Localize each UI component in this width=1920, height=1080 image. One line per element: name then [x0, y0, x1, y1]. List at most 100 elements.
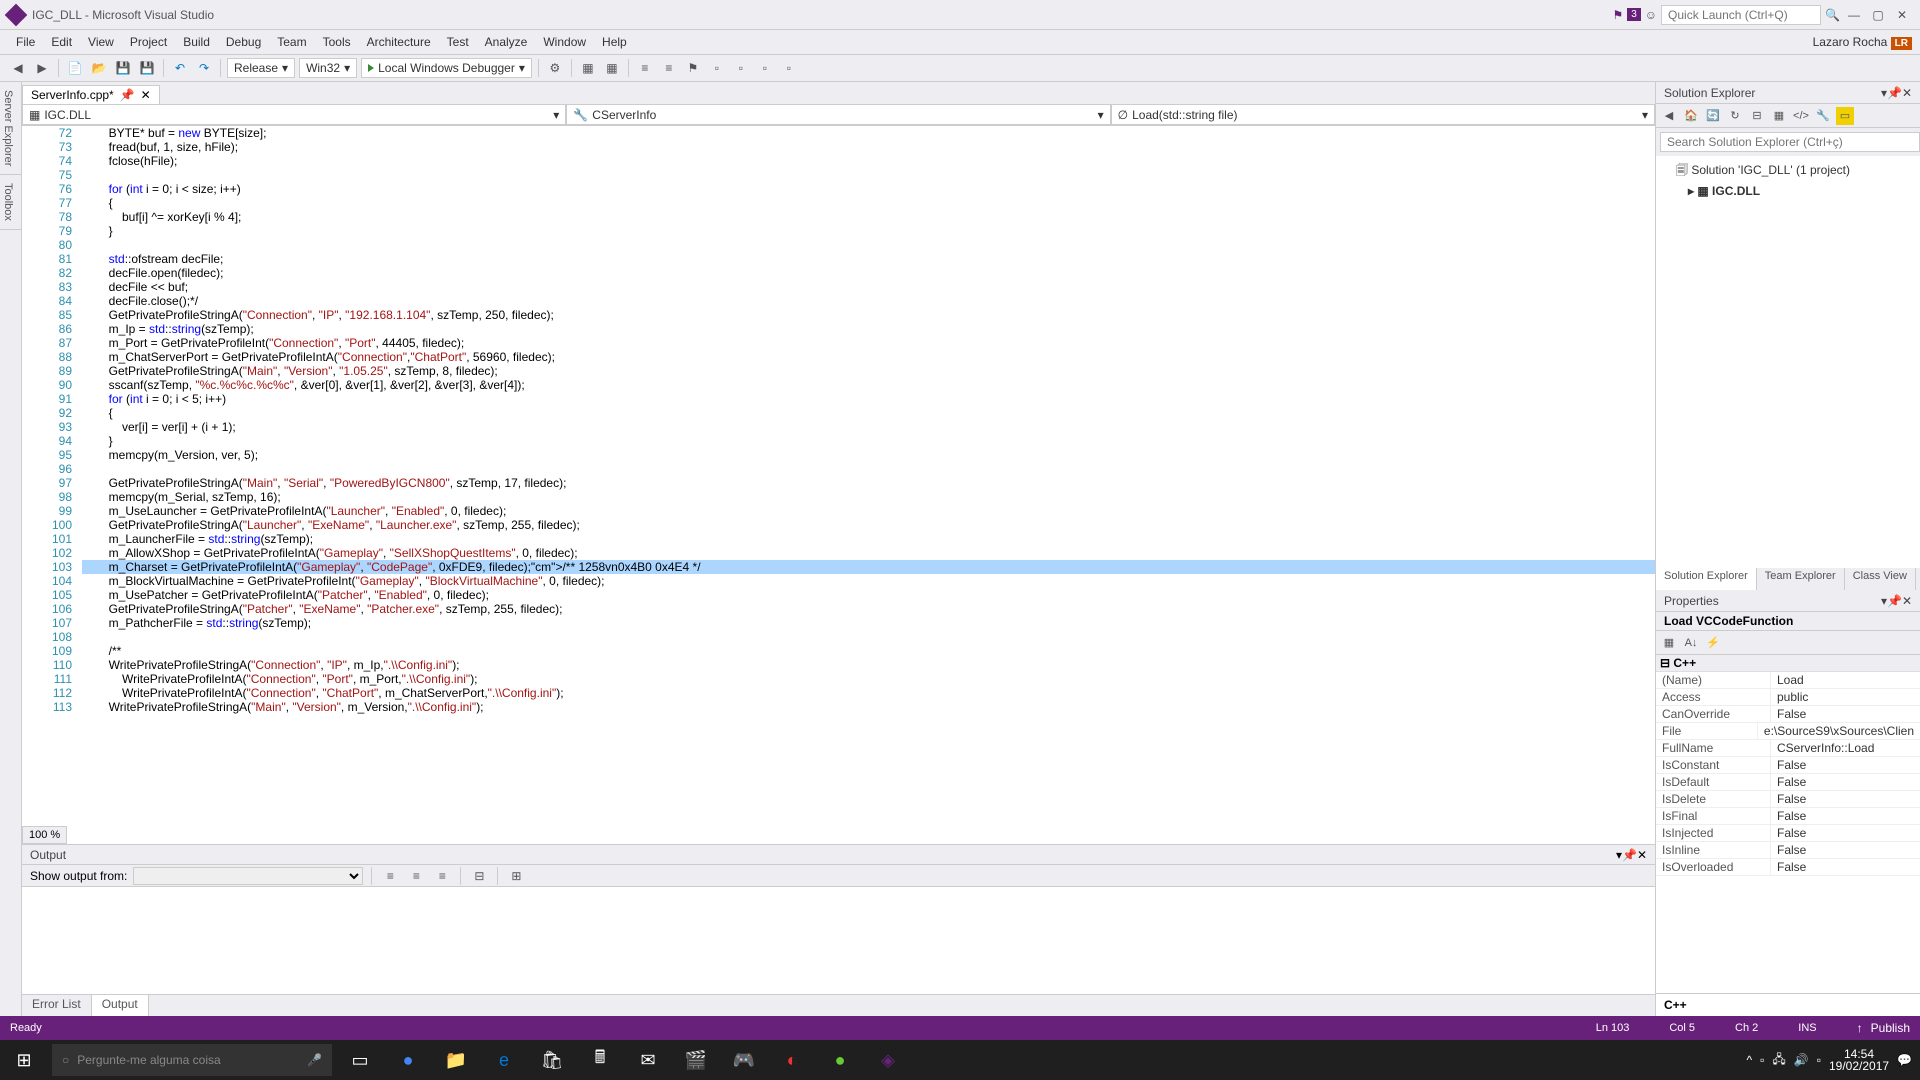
code-line[interactable]: decFile.open(filedec);: [82, 266, 1655, 280]
code-line[interactable]: m_Charset = GetPrivateProfileIntA("Gamep…: [82, 560, 1655, 574]
save-button[interactable]: 💾: [113, 58, 133, 78]
code-line[interactable]: [82, 238, 1655, 252]
output-btn-1[interactable]: ≡: [380, 866, 400, 886]
props-row[interactable]: (Name)Load: [1656, 672, 1920, 689]
panel-close-icon[interactable]: ✕: [1637, 848, 1647, 862]
props-category[interactable]: ⊟ C++: [1656, 655, 1920, 672]
tray-notify-icon[interactable]: 💬: [1897, 1053, 1912, 1067]
start-debug-button[interactable]: Local Windows Debugger▾: [361, 58, 532, 78]
tb-icon-1[interactable]: ⚙: [545, 58, 565, 78]
tb-icon-9[interactable]: ▫: [779, 58, 799, 78]
sln-preview-icon[interactable]: ▭: [1836, 107, 1854, 125]
pin-icon[interactable]: 📌: [120, 88, 135, 102]
tray-volume-icon[interactable]: 🔊: [1794, 1053, 1809, 1067]
tree-root[interactable]: 🗐 Solution 'IGC_DLL' (1 project): [1660, 160, 1916, 183]
tb-icon-8[interactable]: ▫: [755, 58, 775, 78]
tray-chevron-icon[interactable]: ^: [1746, 1053, 1752, 1067]
code-line[interactable]: BYTE* buf = new BYTE[size];: [82, 126, 1655, 140]
props-row[interactable]: IsDeleteFalse: [1656, 791, 1920, 808]
code-line[interactable]: m_Port = GetPrivateProfileInt("Connectio…: [82, 336, 1655, 350]
code-line[interactable]: GetPrivateProfileStringA("Main", "Versio…: [82, 364, 1655, 378]
flag-icon[interactable]: ⚑: [1612, 8, 1623, 22]
tb-icon-3[interactable]: ▦: [602, 58, 622, 78]
notify-badge[interactable]: 3: [1627, 8, 1641, 21]
tab-error-list[interactable]: Error List: [22, 995, 92, 1016]
code-line[interactable]: decFile.close();*/: [82, 294, 1655, 308]
code-line[interactable]: decFile << buf;: [82, 280, 1655, 294]
search-icon[interactable]: 🔍: [1825, 8, 1840, 22]
code-line[interactable]: m_UsePatcher = GetPrivateProfileIntA("Pa…: [82, 588, 1655, 602]
feedback-icon[interactable]: ☺: [1645, 8, 1657, 22]
menu-tools[interactable]: Tools: [315, 33, 359, 51]
props-row[interactable]: CanOverrideFalse: [1656, 706, 1920, 723]
code-line[interactable]: m_BlockVirtualMachine = GetPrivateProfil…: [82, 574, 1655, 588]
vs-taskbar-icon[interactable]: ◈: [864, 1040, 912, 1080]
code-line[interactable]: for (int i = 0; i < size; i++): [82, 182, 1655, 196]
chrome-icon[interactable]: ●: [384, 1040, 432, 1080]
props-row[interactable]: IsConstantFalse: [1656, 757, 1920, 774]
xbox-icon[interactable]: 🎮: [720, 1040, 768, 1080]
code-line[interactable]: {: [82, 196, 1655, 210]
tray-clock[interactable]: 14:54 19/02/2017: [1829, 1048, 1889, 1072]
start-button[interactable]: ⊞: [0, 1040, 48, 1080]
sln-home-icon[interactable]: 🏠: [1682, 107, 1700, 125]
code-line[interactable]: m_AllowXShop = GetPrivateProfileIntA("Ga…: [82, 546, 1655, 560]
props-row[interactable]: FullNameCServerInfo::Load: [1656, 740, 1920, 757]
code-line[interactable]: m_LauncherFile = std::string(szTemp);: [82, 532, 1655, 546]
menu-team[interactable]: Team: [269, 33, 314, 51]
code-line[interactable]: std::ofstream decFile;: [82, 252, 1655, 266]
code-line[interactable]: [82, 462, 1655, 476]
code-line[interactable]: [82, 168, 1655, 182]
sln-pin-icon[interactable]: 📌: [1887, 86, 1902, 100]
menu-edit[interactable]: Edit: [43, 33, 80, 51]
menu-file[interactable]: File: [8, 33, 43, 51]
tb-icon-5[interactable]: ≡: [659, 58, 679, 78]
code-line[interactable]: m_ChatServerPort = GetPrivateProfileIntA…: [82, 350, 1655, 364]
code-line[interactable]: fclose(hFile);: [82, 154, 1655, 168]
minimize-button[interactable]: —: [1844, 5, 1864, 25]
menu-test[interactable]: Test: [439, 33, 477, 51]
explorer-icon[interactable]: 📁: [432, 1040, 480, 1080]
user-badge[interactable]: LR: [1891, 37, 1912, 50]
code-line[interactable]: for (int i = 0; i < 5; i++): [82, 392, 1655, 406]
code-line[interactable]: GetPrivateProfileStringA("Launcher", "Ex…: [82, 518, 1655, 532]
code-line[interactable]: WritePrivateProfileIntA("Connection", "P…: [82, 672, 1655, 686]
menu-project[interactable]: Project: [122, 33, 175, 51]
tb-icon-2[interactable]: ▦: [578, 58, 598, 78]
code-line[interactable]: GetPrivateProfileStringA("Patcher", "Exe…: [82, 602, 1655, 616]
props-az-icon[interactable]: A↓: [1682, 634, 1700, 652]
code-line[interactable]: m_UseLauncher = GetPrivateProfileIntA("L…: [82, 504, 1655, 518]
tb-icon-6[interactable]: ▫: [707, 58, 727, 78]
code-line[interactable]: WritePrivateProfileIntA("Connection", "C…: [82, 686, 1655, 700]
user-name[interactable]: Lazaro Rocha: [1813, 35, 1888, 49]
nav-scope-dropdown[interactable]: ▦ IGC.DLL▾: [22, 104, 566, 125]
mail-icon[interactable]: ✉: [624, 1040, 672, 1080]
platform-dropdown[interactable]: Win32▾: [299, 58, 357, 78]
side-tab-toolbox[interactable]: Toolbox: [0, 175, 21, 230]
zoom-select[interactable]: 100 %: [22, 826, 67, 844]
ccleaner-icon[interactable]: ◐: [768, 1040, 816, 1080]
config-dropdown[interactable]: Release▾: [227, 58, 295, 78]
tb-icon-7[interactable]: ▫: [731, 58, 751, 78]
cortana-search[interactable]: ○ Pergunte-me alguma coisa 🎤: [52, 1044, 332, 1076]
movies-icon[interactable]: 🎬: [672, 1040, 720, 1080]
back-button[interactable]: ◀: [8, 58, 28, 78]
tray-lang-icon[interactable]: ▫: [1817, 1053, 1821, 1067]
undo-button[interactable]: ↶: [170, 58, 190, 78]
sln-showall-icon[interactable]: ▦: [1770, 107, 1788, 125]
calc-icon[interactable]: 🖩: [576, 1040, 624, 1080]
props-close-icon[interactable]: ✕: [1902, 594, 1912, 608]
sln-tab-team[interactable]: Team Explorer: [1757, 568, 1845, 590]
menu-help[interactable]: Help: [594, 33, 635, 51]
tree-project[interactable]: ▸ ▦ IGC.DLL: [1660, 183, 1916, 199]
props-row[interactable]: IsFinalFalse: [1656, 808, 1920, 825]
menu-window[interactable]: Window: [535, 33, 594, 51]
code-line[interactable]: m_PathcherFile = std::string(szTemp);: [82, 616, 1655, 630]
code-line[interactable]: memcpy(m_Serial, szTemp, 16);: [82, 490, 1655, 504]
menu-analyze[interactable]: Analyze: [477, 33, 536, 51]
tab-output[interactable]: Output: [92, 995, 149, 1016]
props-row[interactable]: Accesspublic: [1656, 689, 1920, 706]
code-editor[interactable]: 7273747576777879808182838485868788899091…: [22, 126, 1655, 844]
code-line[interactable]: /**: [82, 644, 1655, 658]
code-line[interactable]: GetPrivateProfileStringA("Connection", "…: [82, 308, 1655, 322]
